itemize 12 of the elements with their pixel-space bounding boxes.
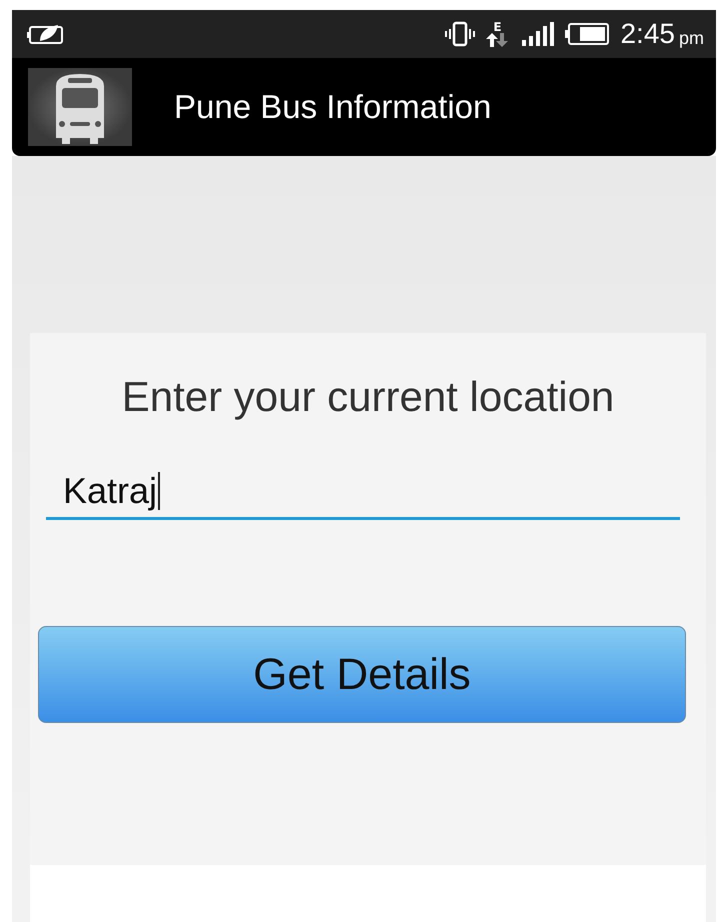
bus-icon	[28, 68, 132, 146]
data-arrows-icon	[486, 33, 508, 47]
network-type-label: E	[493, 21, 502, 33]
signal-icon	[522, 22, 554, 46]
battery-icon	[564, 22, 610, 46]
clock-time: 2:45	[620, 18, 675, 50]
vibrate-icon	[444, 21, 476, 47]
get-details-button[interactable]: Get Details	[38, 626, 686, 723]
prompt-label: Enter your current location	[122, 373, 614, 421]
clock-period: pm	[678, 28, 704, 48]
location-field[interactable]: Katraj	[46, 465, 680, 520]
app-title: Pune Bus Information	[174, 88, 492, 126]
